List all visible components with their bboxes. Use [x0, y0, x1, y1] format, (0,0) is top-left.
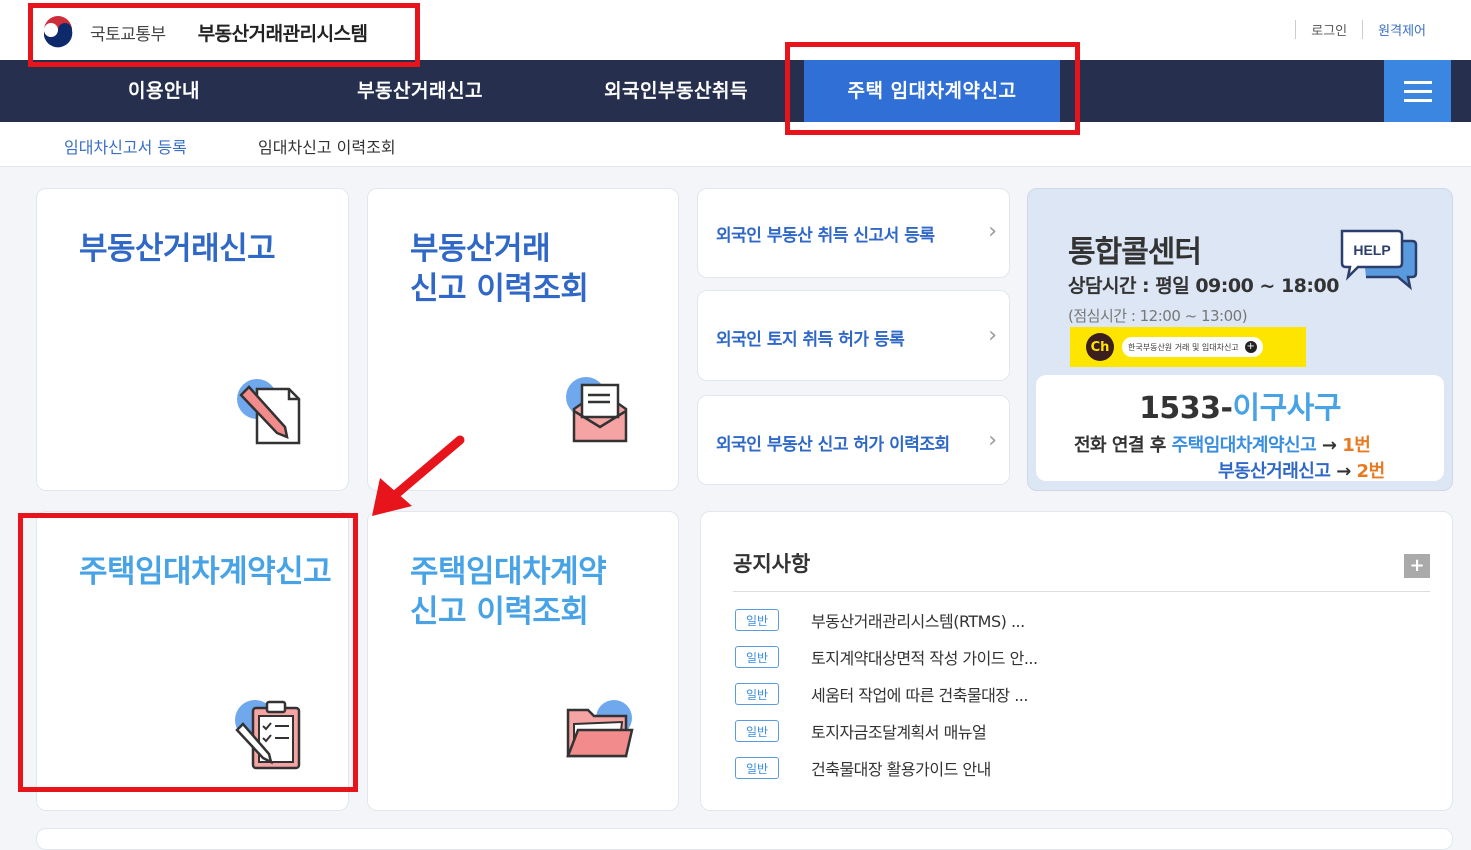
- remote-control-link[interactable]: 원격제어: [1362, 20, 1441, 39]
- help-badge-text: HELP: [1353, 242, 1390, 258]
- sub-nav: 임대차신고서 등록 임대차신고 이력조회: [0, 122, 1471, 167]
- top-header: 국토교통부 부동산거래관리시스템 로그인 원격제어: [0, 0, 1471, 60]
- link-label: 외국인 부동산 취득 신고서 등록: [716, 226, 935, 246]
- card-title: 주택임대차계약신고: [79, 554, 332, 590]
- phone-number: 1533-이구사구: [1139, 391, 1341, 426]
- ministry-name: 국토교통부: [90, 24, 166, 45]
- card-lease-history[interactable]: 주택임대차계약 신고 이력조회: [367, 511, 679, 811]
- kakao-label: 한국부동산원 거래 및 임대차신고: [1128, 342, 1239, 352]
- notice-divider: [733, 591, 1430, 592]
- card-lease-report[interactable]: 주택임대차계약신고: [36, 511, 349, 811]
- notice-text: 토지계약대상면적 작성 가이드 안...: [811, 649, 1038, 668]
- notice-badge: 일반: [735, 609, 779, 631]
- clipboard-check-icon: [235, 700, 301, 770]
- call-center-title: 통합콜센터: [1068, 235, 1202, 270]
- hamburger-icon[interactable]: [1384, 60, 1451, 122]
- help-speech-bubble-icon: HELP: [1340, 229, 1418, 291]
- phone-guide-realestate: 부동산거래신고 → 2번: [1218, 461, 1385, 482]
- notice-badge: 일반: [735, 683, 779, 705]
- phone-box: 1533-이구사구 전화 연결 후 주택임대차계약신고 → 1번 부동산거래신고…: [1036, 375, 1444, 482]
- chevron-right-icon: ›: [988, 323, 997, 348]
- notice-more-button[interactable]: +: [1404, 554, 1430, 578]
- chevron-right-icon: ›: [988, 219, 997, 244]
- call-center-hours: 상담시간 : 평일 09:00 ~ 18:00: [1068, 275, 1339, 297]
- link-foreign-land-permit[interactable]: 외국인 토지 취득 허가 등록 ›: [697, 290, 1010, 381]
- kakao-channel-icon: Ch: [1086, 333, 1114, 361]
- notice-item[interactable]: 일반 건축물대장 활용가이드 안내: [735, 756, 991, 780]
- phone-guide-lease: 전화 연결 후 주택임대차계약신고 → 1번: [1074, 435, 1371, 456]
- login-link[interactable]: 로그인: [1295, 20, 1362, 39]
- notice-badge: 일반: [735, 757, 779, 779]
- call-center-panel: 통합콜센터 상담시간 : 평일 09:00 ~ 18:00 (점심시간 : 12…: [1027, 188, 1453, 491]
- link-label: 외국인 부동산 신고 허가 이력조회: [716, 435, 950, 455]
- notice-item[interactable]: 일반 세움터 작업에 따른 건축물대장 ...: [735, 682, 1028, 706]
- notice-item[interactable]: 일반 토지자금조달계획서 매뉴얼: [735, 719, 987, 743]
- link-foreign-history[interactable]: 외국인 부동산 신고 허가 이력조회 ›: [697, 395, 1010, 485]
- system-name: 부동산거래관리시스템: [197, 22, 368, 45]
- notice-item[interactable]: 일반 토지계약대상면적 작성 가이드 안...: [735, 645, 1038, 669]
- chevron-right-icon: ›: [988, 428, 997, 453]
- call-center-break: (점심시간 : 12:00 ~ 13:00): [1068, 307, 1248, 325]
- main-nav: 이용안내 부동산거래신고 외국인부동산취득 주택 임대차계약신고: [0, 60, 1471, 122]
- nav-item-guide[interactable]: 이용안내: [64, 60, 264, 122]
- taegeuk-emblem-icon: [41, 15, 75, 49]
- notice-item[interactable]: 일반 부동산거래관리시스템(RTMS) ...: [735, 608, 1025, 632]
- card-realestate-report[interactable]: 부동산거래신고: [36, 188, 349, 491]
- card-title: 부동산거래 신고 이력조회: [410, 231, 589, 307]
- kakao-pill: 한국부동산원 거래 및 임대차신고 +: [1122, 337, 1263, 357]
- notice-text: 토지자금조달계획서 매뉴얼: [811, 723, 987, 742]
- notice-text: 세움터 작업에 따른 건축물대장 ...: [811, 686, 1028, 705]
- annotation-arrow-icon: [372, 435, 465, 516]
- envelope-letter-icon: [566, 377, 628, 443]
- top-links: 로그인 원격제어: [1295, 20, 1441, 39]
- notice-text: 건축물대장 활용가이드 안내: [811, 760, 991, 779]
- notice-title: 공지사항: [733, 552, 811, 576]
- kakao-channel-banner[interactable]: Ch 한국부동산원 거래 및 임대차신고 +: [1070, 327, 1306, 367]
- card-title: 주택임대차계약 신고 이력조회: [410, 554, 607, 630]
- nav-item-foreign-acquisition[interactable]: 외국인부동산취득: [576, 60, 776, 122]
- nav-item-realestate-report[interactable]: 부동산거래신고: [320, 60, 520, 122]
- notice-badge: 일반: [735, 720, 779, 742]
- notice-badge: 일반: [735, 646, 779, 668]
- folder-icon: [566, 700, 634, 758]
- plus-icon: +: [1244, 341, 1257, 353]
- notice-panel: 공지사항 + 일반 부동산거래관리시스템(RTMS) ... 일반 토지계약대상…: [700, 511, 1453, 811]
- card-title: 부동산거래신고: [79, 231, 276, 267]
- nav-item-lease-report[interactable]: 주택 임대차계약신고: [804, 60, 1060, 122]
- subnav-lease-history[interactable]: 임대차신고 이력조회: [258, 134, 396, 158]
- notice-text: 부동산거래관리시스템(RTMS) ...: [811, 612, 1025, 631]
- logo-area[interactable]: 국토교통부 부동산거래관리시스템: [40, 14, 368, 50]
- document-pen-icon: [237, 379, 301, 445]
- link-foreign-realestate-register[interactable]: 외국인 부동산 취득 신고서 등록 ›: [697, 188, 1010, 278]
- link-label: 외국인 토지 취득 허가 등록: [716, 330, 905, 350]
- bottom-panel-edge: [36, 828, 1453, 850]
- subnav-lease-register[interactable]: 임대차신고서 등록: [64, 134, 187, 158]
